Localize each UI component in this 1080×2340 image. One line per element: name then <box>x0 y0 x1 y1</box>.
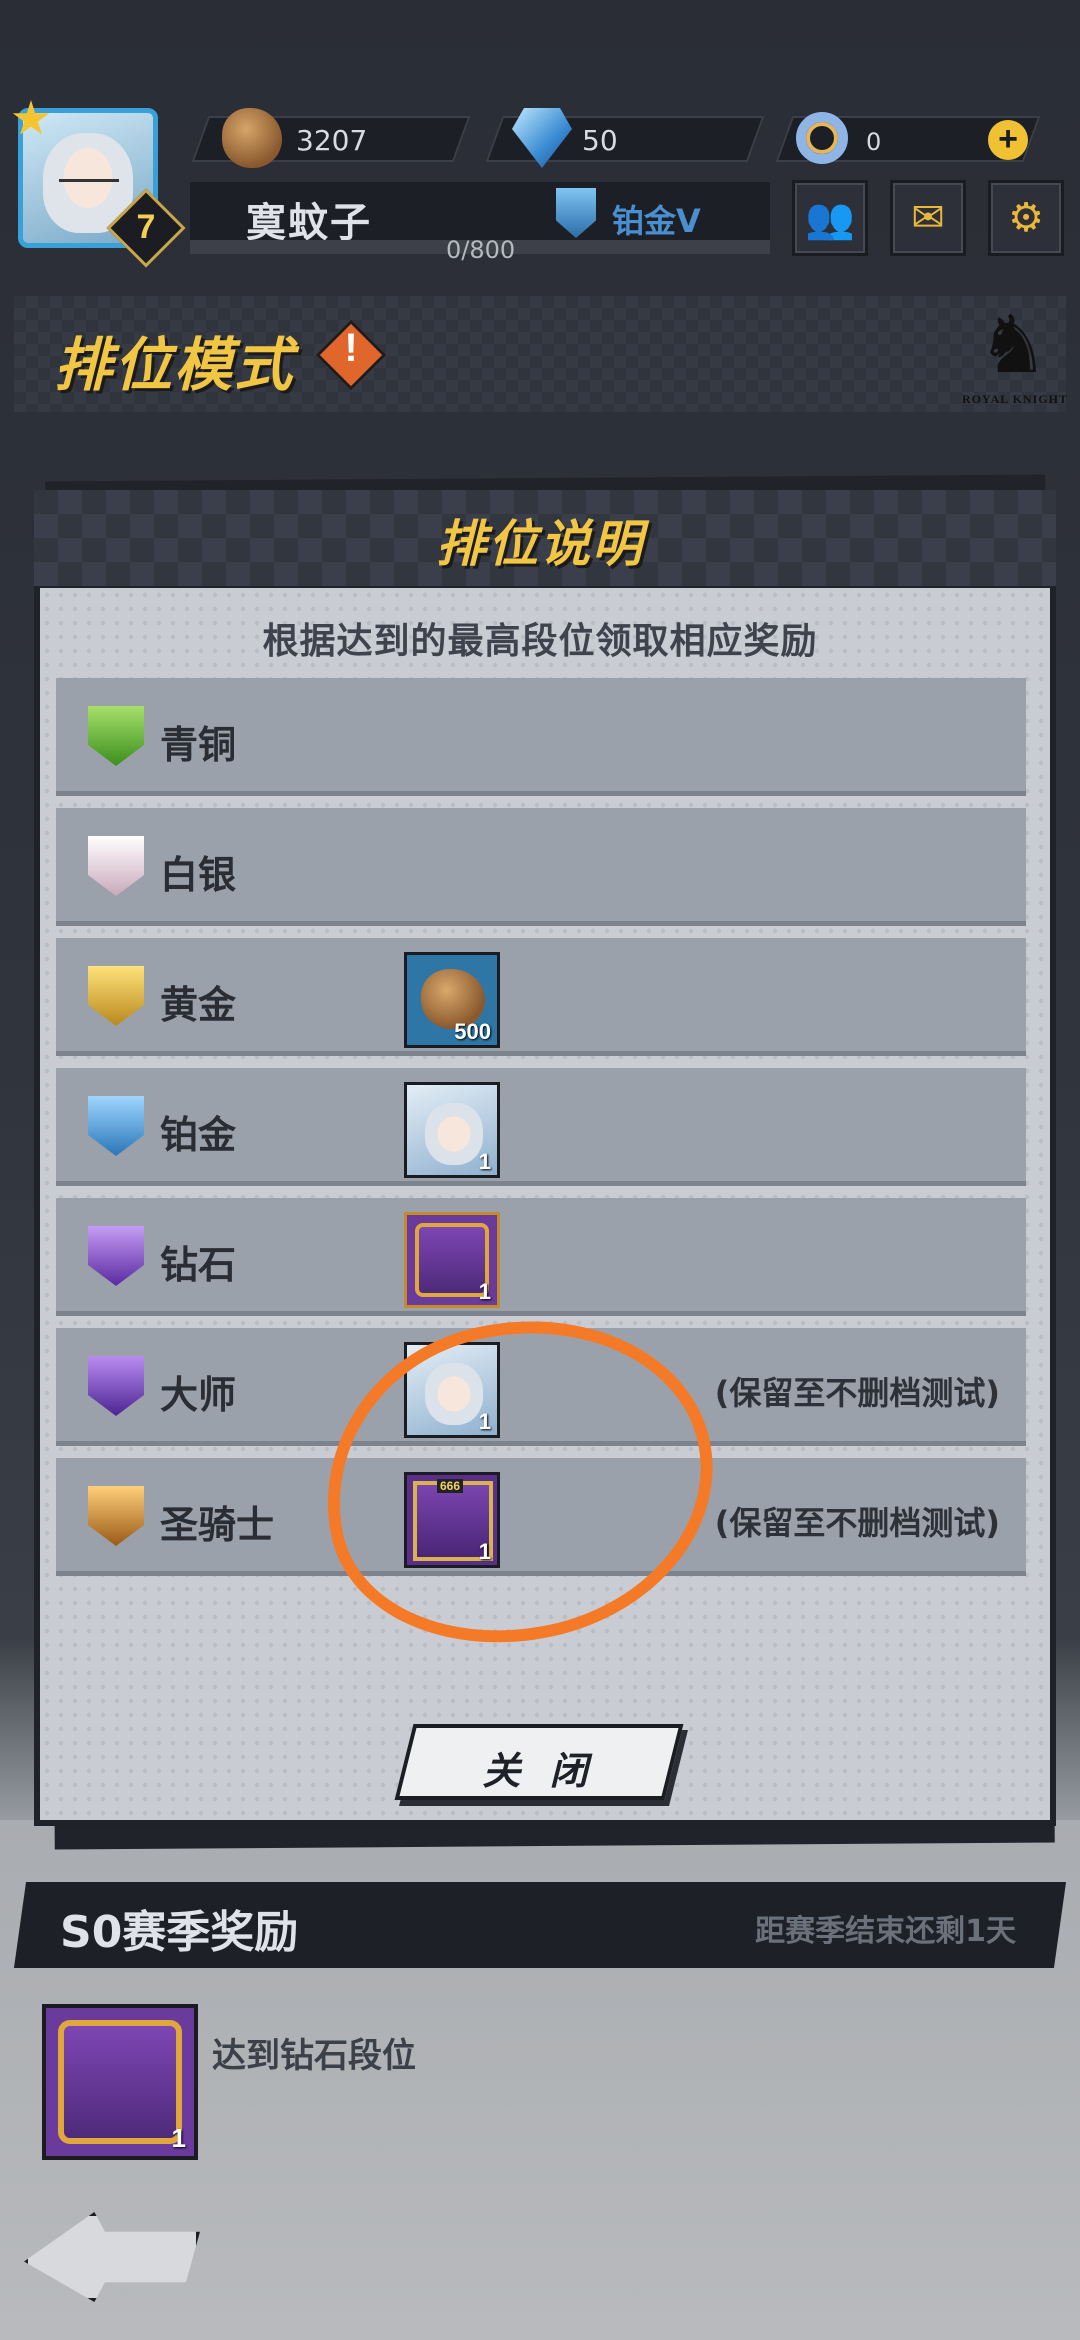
diamond-tier-icon <box>88 1226 144 1286</box>
gear-icon: ⚙ <box>1008 195 1044 241</box>
dialog-title: 排位说明 <box>436 515 644 573</box>
reward-count: 500 <box>454 1019 491 1044</box>
tier-row-silver: 白银 <box>56 808 1026 926</box>
tier-row-gold: 黄金 500 <box>56 938 1026 1056</box>
knight-logo-icon: ♞ <box>977 298 1049 391</box>
mail-icon: ✉ <box>911 195 945 241</box>
avatar-glasses <box>59 179 119 197</box>
friends-icon: 👥 <box>805 195 855 242</box>
tier-name: 圣骑士 <box>160 1503 275 1547</box>
rock-icon <box>222 108 282 168</box>
season-title: S0赛季奖励 <box>60 1907 299 1958</box>
tier-name: 大师 <box>160 1373 237 1417</box>
dialog-subtitle: 根据达到的最高段位领取相应奖励 <box>262 621 818 662</box>
player-level: 7 <box>136 208 156 246</box>
tier-row-platinum: 铂金 1 <box>56 1068 1026 1186</box>
resource-rock-value: 3207 <box>296 124 368 157</box>
tier-name: 钻石 <box>160 1243 237 1287</box>
tier-name: 白银 <box>160 853 237 897</box>
tier-row-diamond: 钻石 1 <box>56 1198 1026 1316</box>
settings-button[interactable]: ⚙ <box>988 180 1064 256</box>
tier-note: (保留至不删档测试) <box>714 1374 1000 1412</box>
season-reward-description: 达到钻石段位 <box>212 2036 416 2076</box>
player-rank: 铂金V <box>612 202 701 240</box>
add-currency-button[interactable]: + <box>988 120 1028 160</box>
resource-gem-value: 50 <box>582 124 618 157</box>
reward-rock-item[interactable]: 500 <box>404 952 500 1048</box>
reward-count: 1 <box>478 1279 491 1304</box>
mail-button[interactable]: ✉ <box>890 180 966 256</box>
reward-count: 1 <box>478 1149 491 1174</box>
reward-avatar-item[interactable]: 1 <box>404 1082 500 1178</box>
frame-icon <box>58 2020 182 2144</box>
bronze-tier-icon <box>88 706 144 766</box>
tier-name: 铂金 <box>160 1113 237 1157</box>
gold-tier-icon <box>88 966 144 1026</box>
close-button-label[interactable]: 关 闭 <box>404 1740 674 1795</box>
paladin-tier-icon <box>88 1486 144 1546</box>
master-tier-icon <box>88 1356 144 1416</box>
platinum-tier-icon <box>88 1096 144 1156</box>
tier-name: 青铜 <box>160 723 237 767</box>
season-reward-count: 1 <box>171 2123 186 2153</box>
resource-ring-value: 0 <box>866 128 882 156</box>
reward-frame-item[interactable]: 1 <box>404 1212 500 1308</box>
ring-icon <box>796 112 848 164</box>
avatar-portrait-icon <box>425 1103 483 1165</box>
knight-logo-text: ROYAL KNIGHT <box>962 392 1068 406</box>
warning-mark: ! <box>344 326 358 370</box>
tier-note: (保留至不删档测试) <box>714 1504 1000 1542</box>
silver-tier-icon <box>88 836 144 896</box>
friends-button[interactable]: 👥 <box>792 180 868 256</box>
mode-title: 排位模式 <box>54 331 295 399</box>
season-timer: 距赛季结束还剩1天 <box>755 1914 1016 1949</box>
tier-row-bronze: 青铜 <box>56 678 1026 796</box>
tier-name: 黄金 <box>160 983 237 1027</box>
season-reward-item[interactable]: 1 <box>42 2004 198 2160</box>
exp-text: 0/800 <box>446 236 516 264</box>
